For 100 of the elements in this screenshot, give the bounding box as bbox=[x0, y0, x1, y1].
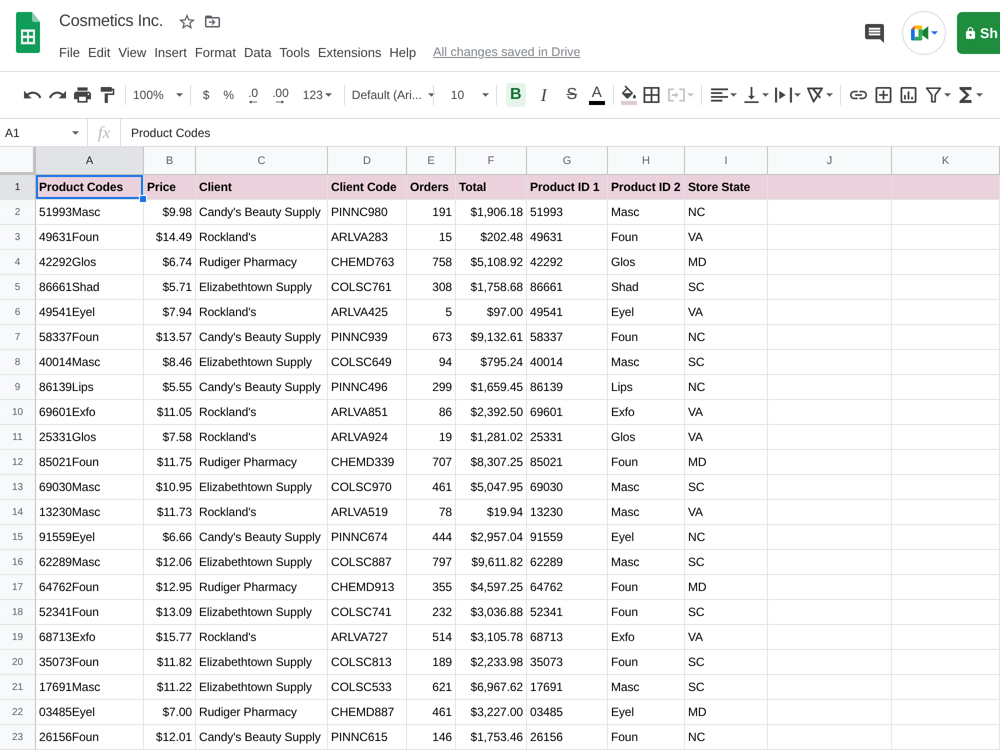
bold-button[interactable]: B bbox=[506, 83, 526, 107]
row-number[interactable]: 5 bbox=[0, 275, 36, 300]
table-cell: Foun bbox=[608, 650, 685, 675]
text-rotation-icon[interactable] bbox=[806, 87, 824, 103]
increase-decimals-button[interactable]: .00 bbox=[272, 86, 289, 104]
share-button[interactable]: Sh bbox=[957, 12, 1000, 54]
row-number[interactable]: 1 bbox=[0, 175, 36, 200]
borders-icon[interactable] bbox=[642, 87, 660, 103]
menu-item[interactable]: Data bbox=[244, 44, 272, 60]
paint-format-icon[interactable] bbox=[99, 87, 116, 103]
chart-icon[interactable] bbox=[900, 87, 917, 103]
row-number[interactable]: 22 bbox=[0, 700, 36, 725]
column-header[interactable]: F bbox=[456, 147, 527, 175]
table-cell: Candy's Beauty Supply bbox=[196, 325, 328, 350]
row-number[interactable]: 9 bbox=[0, 375, 36, 400]
caret-icon[interactable] bbox=[176, 93, 183, 97]
column-header[interactable]: C bbox=[196, 147, 328, 175]
column-header[interactable]: J bbox=[768, 147, 892, 175]
menu-item[interactable]: Format bbox=[194, 44, 236, 60]
column-header[interactable]: B bbox=[144, 147, 196, 175]
sheet-file-icon[interactable] bbox=[16, 12, 40, 53]
caret-icon[interactable] bbox=[762, 93, 769, 97]
row-number[interactable]: 16 bbox=[0, 550, 36, 575]
paint-bucket-icon[interactable] bbox=[622, 85, 636, 99]
menu-item[interactable]: Help bbox=[389, 44, 416, 60]
text-wrap-icon[interactable] bbox=[774, 87, 792, 103]
italic-button[interactable]: I bbox=[534, 83, 554, 107]
row-number[interactable]: 19 bbox=[0, 625, 36, 650]
column-header[interactable]: I bbox=[685, 147, 768, 175]
row-number[interactable]: 23 bbox=[0, 725, 36, 750]
table-cell: 03485Eyel bbox=[36, 700, 144, 725]
menu-item[interactable]: Edit bbox=[88, 44, 110, 60]
row-number[interactable]: 21 bbox=[0, 675, 36, 700]
table-cell: VA bbox=[685, 625, 768, 650]
caret-icon[interactable] bbox=[794, 93, 801, 97]
caret-icon[interactable] bbox=[72, 130, 79, 134]
caret-icon[interactable] bbox=[944, 93, 951, 97]
menu-item[interactable]: Extensions bbox=[318, 44, 382, 60]
caret-icon[interactable] bbox=[730, 93, 737, 97]
table-cell: COLSC887 bbox=[328, 550, 407, 575]
row-number[interactable]: 20 bbox=[0, 650, 36, 675]
add-comment-icon[interactable] bbox=[874, 87, 892, 103]
video-call-button[interactable] bbox=[902, 11, 946, 55]
column-header[interactable]: G bbox=[527, 147, 608, 175]
menu-item[interactable]: Insert bbox=[154, 44, 187, 60]
row-number[interactable]: 18 bbox=[0, 600, 36, 625]
save-status-link[interactable]: All changes saved in Drive bbox=[433, 45, 580, 59]
table-cell: 35073 bbox=[527, 650, 608, 675]
currency-button[interactable]: $ bbox=[202, 88, 210, 102]
row-number[interactable]: 13 bbox=[0, 475, 36, 500]
name-box[interactable]: A1 bbox=[0, 119, 88, 146]
row-number[interactable]: 7 bbox=[0, 325, 36, 350]
column-header[interactable]: K bbox=[892, 147, 1000, 175]
caret-icon[interactable] bbox=[930, 31, 938, 35]
number-format-dropdown[interactable]: 123 bbox=[302, 88, 332, 102]
menu-item[interactable]: Tools bbox=[279, 44, 310, 60]
table-cell: 64762Foun bbox=[36, 575, 144, 600]
percent-button[interactable]: % bbox=[223, 88, 234, 102]
menu-item[interactable]: File bbox=[59, 44, 80, 60]
filter-icon[interactable] bbox=[924, 87, 942, 103]
row-number[interactable]: 3 bbox=[0, 225, 36, 250]
table-cell: 91559 bbox=[527, 525, 608, 550]
align-left-icon[interactable] bbox=[710, 87, 728, 103]
caret-icon[interactable] bbox=[976, 93, 983, 97]
formula-input[interactable]: Product Codes bbox=[121, 126, 1000, 140]
zoom-dropdown[interactable]: 100% bbox=[133, 88, 183, 102]
row-number[interactable]: 4 bbox=[0, 250, 36, 275]
comment-icon[interactable] bbox=[865, 22, 884, 44]
table-cell: PINNC496 bbox=[328, 375, 407, 400]
menu-item[interactable]: View bbox=[118, 44, 146, 60]
sigma-icon[interactable] bbox=[956, 87, 974, 103]
print-icon[interactable] bbox=[74, 87, 91, 103]
caret-icon[interactable] bbox=[826, 93, 833, 97]
text-color-button[interactable]: A bbox=[588, 85, 606, 105]
folder-arrow-icon[interactable] bbox=[205, 14, 220, 28]
row-number[interactable]: 11 bbox=[0, 425, 36, 450]
header-cell: Client Code bbox=[328, 175, 407, 200]
row-number[interactable]: 14 bbox=[0, 500, 36, 525]
strikethrough-button[interactable]: S bbox=[562, 83, 582, 107]
decrease-decimals-button[interactable]: .0 bbox=[248, 86, 258, 104]
column-header[interactable]: D bbox=[328, 147, 407, 175]
row-number[interactable]: 17 bbox=[0, 575, 36, 600]
star-icon[interactable] bbox=[179, 14, 195, 28]
align-bottom-icon[interactable] bbox=[742, 87, 760, 103]
document-title[interactable]: Cosmetics Inc. bbox=[59, 12, 163, 30]
row-number[interactable]: 12 bbox=[0, 450, 36, 475]
row-number[interactable]: 8 bbox=[0, 350, 36, 375]
caret-icon[interactable] bbox=[324, 93, 332, 97]
column-header[interactable]: E bbox=[407, 147, 456, 175]
row-number[interactable]: 2 bbox=[0, 200, 36, 225]
font-size-dropdown[interactable]: 10 bbox=[440, 88, 489, 102]
column-header[interactable]: H bbox=[608, 147, 685, 175]
header-cell: Client bbox=[196, 175, 328, 200]
caret-icon[interactable] bbox=[482, 93, 489, 97]
row-number[interactable]: 15 bbox=[0, 525, 36, 550]
row-number[interactable]: 10 bbox=[0, 400, 36, 425]
fill-handle-icon[interactable] bbox=[139, 195, 147, 203]
table-cell: 146 bbox=[407, 725, 456, 750]
row-number[interactable]: 6 bbox=[0, 300, 36, 325]
column-header[interactable]: A bbox=[36, 147, 144, 175]
